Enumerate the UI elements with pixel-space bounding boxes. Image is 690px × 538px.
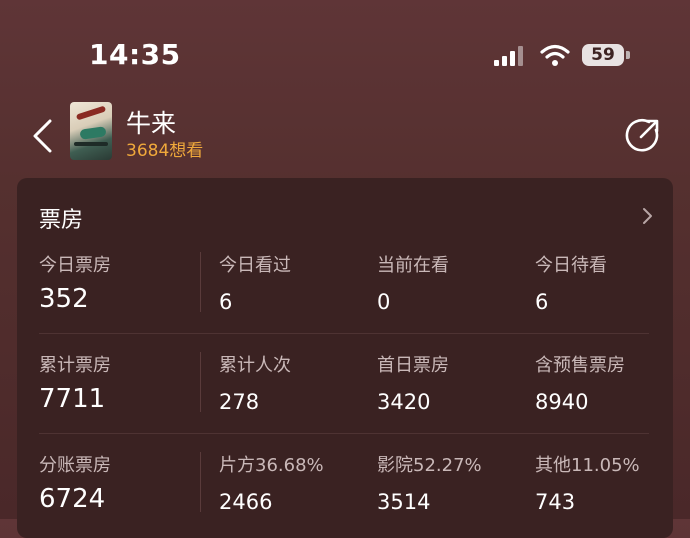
chevron-right-icon[interactable] [641, 205, 655, 227]
wifi-icon [540, 44, 570, 66]
presale-box-office-label: 含预售票房 [535, 355, 625, 376]
row-divider [39, 333, 649, 334]
other-share-value: 743 [535, 490, 576, 514]
cinema-share-value: 3514 [377, 490, 431, 514]
want-to-see-count: 3684想看 [126, 141, 204, 161]
total-admissions-label: 累计人次 [219, 355, 291, 376]
column-divider [200, 452, 201, 512]
other-share-label: 其他11.05% [535, 455, 640, 476]
total-admissions-value: 278 [219, 390, 260, 414]
movie-title: 牛来 [126, 109, 177, 138]
today-box-office-value: 352 [39, 284, 89, 314]
first-day-box-office-label: 首日票房 [377, 355, 449, 376]
battery-icon: 59 [582, 44, 632, 68]
today-pending-label: 今日待看 [535, 255, 607, 276]
total-box-office-label: 累计票房 [39, 355, 111, 376]
cellular-signal-icon [494, 46, 523, 66]
column-divider [200, 252, 201, 312]
currently-watching-value: 0 [377, 290, 391, 314]
today-box-office-label: 今日票房 [39, 255, 111, 276]
battery-level: 59 [582, 44, 624, 66]
movie-poster[interactable] [70, 102, 112, 160]
clock: 14:35 [89, 38, 181, 71]
producer-share-value: 2466 [219, 490, 273, 514]
currently-watching-label: 当前在看 [377, 255, 449, 276]
movie-header: 牛来 3684想看 [0, 100, 690, 172]
first-day-box-office-value: 3420 [377, 390, 431, 414]
status-bar: 14:35 59 [0, 0, 690, 100]
split-box-office-value: 6724 [39, 484, 106, 514]
total-box-office-value: 7711 [39, 384, 106, 414]
share-icon[interactable] [624, 118, 660, 154]
today-pending-value: 6 [535, 290, 549, 314]
split-box-office-label: 分账票房 [39, 455, 111, 476]
producer-share-label: 片方36.68% [219, 455, 324, 476]
box-office-title: 票房 [39, 208, 84, 233]
column-divider [200, 352, 201, 412]
presale-box-office-value: 8940 [535, 390, 589, 414]
box-office-card[interactable]: 票房 今日票房 352 今日看过 6 当前在看 0 今日待看 6 累计票房 77… [17, 178, 673, 538]
today-watched-value: 6 [219, 290, 233, 314]
back-arrow-icon[interactable] [30, 118, 56, 154]
today-watched-label: 今日看过 [219, 255, 291, 276]
cinema-share-label: 影院52.27% [377, 455, 482, 476]
row-divider [39, 433, 649, 434]
